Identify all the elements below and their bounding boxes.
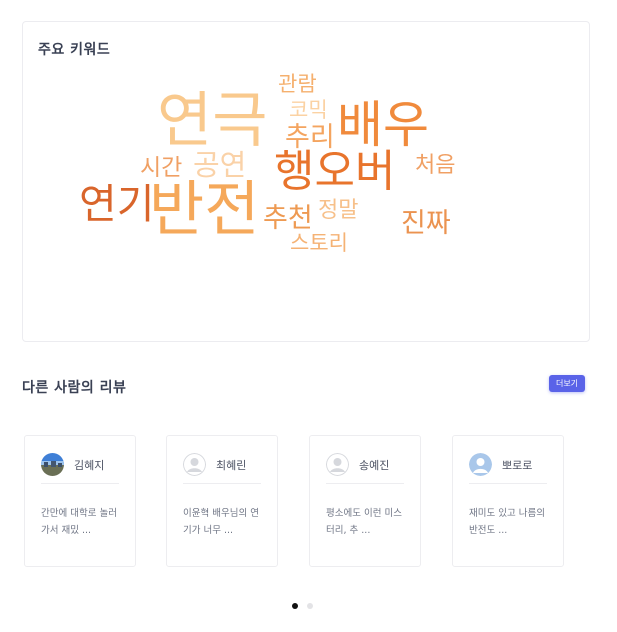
keyword-word: 코믹: [289, 98, 328, 122]
reviews-section-title: 다른 사람의 리뷰: [22, 380, 127, 396]
keyword-word: 배우: [337, 96, 429, 154]
keyword-word: 연기: [79, 180, 155, 228]
word-cloud: 관람 연극 코믹 배우 추리 시간 공연 행오버 처음 연기 반전 추천 정말 …: [23, 22, 591, 343]
carousel-dot[interactable]: [307, 603, 313, 609]
review-card[interactable]: 뽀로로 재미도 있고 나름의 반전도 ...: [452, 435, 564, 567]
review-card[interactable]: 최혜린 이윤혁 배우님의 연기가 너무 ...: [166, 435, 278, 567]
keyword-word: 추천: [263, 203, 313, 234]
card-divider: [41, 483, 119, 484]
keyword-word: 반전: [149, 175, 260, 245]
more-button[interactable]: 더보기: [549, 375, 585, 392]
page: 주요 키워드 관람 연극 코믹 배우 추리 시간 공연 행오버 처음 연기 반전…: [0, 0, 617, 632]
review-snippet: 평소에도 이런 미스터리, 추 ...: [326, 508, 402, 536]
carousel-dot[interactable]: [292, 603, 298, 609]
card-divider: [183, 483, 261, 484]
blue-avatar-icon: [469, 453, 492, 476]
reviewer-name: 송예진: [359, 459, 390, 472]
keyword-word: 연극: [157, 86, 268, 156]
keyword-word: 진짜: [401, 208, 451, 239]
card-divider: [326, 483, 404, 484]
default-avatar-icon: [326, 453, 349, 476]
review-card[interactable]: 김혜지 간만에 대학로 놀러가서 재밌 ...: [24, 435, 136, 567]
keyword-word: 정말: [318, 198, 359, 223]
review-snippet: 이윤혁 배우님의 연기가 너무 ...: [183, 508, 259, 536]
reviewer-name: 뽀로로: [502, 459, 533, 472]
keyword-card: 주요 키워드 관람 연극 코믹 배우 추리 시간 공연 행오버 처음 연기 반전…: [22, 21, 590, 342]
review-snippet: 재미도 있고 나름의 반전도 ...: [469, 508, 545, 536]
reviewer-name: 최혜린: [216, 459, 247, 472]
keyword-word: 스토리: [290, 231, 348, 255]
carousel-pagination: [292, 603, 313, 609]
reviewer-name: 김혜지: [74, 459, 105, 472]
keyword-word: 관람: [278, 72, 317, 96]
review-card[interactable]: 송예진 평소에도 이런 미스터리, 추 ...: [309, 435, 421, 567]
review-snippet: 간만에 대학로 놀러가서 재밌 ...: [41, 508, 117, 536]
default-avatar-icon: [183, 453, 206, 476]
reviewer-photo-avatar: [41, 453, 64, 476]
card-divider: [469, 483, 547, 484]
keyword-word: 행오버: [274, 146, 396, 197]
keyword-word: 처음: [415, 153, 456, 178]
